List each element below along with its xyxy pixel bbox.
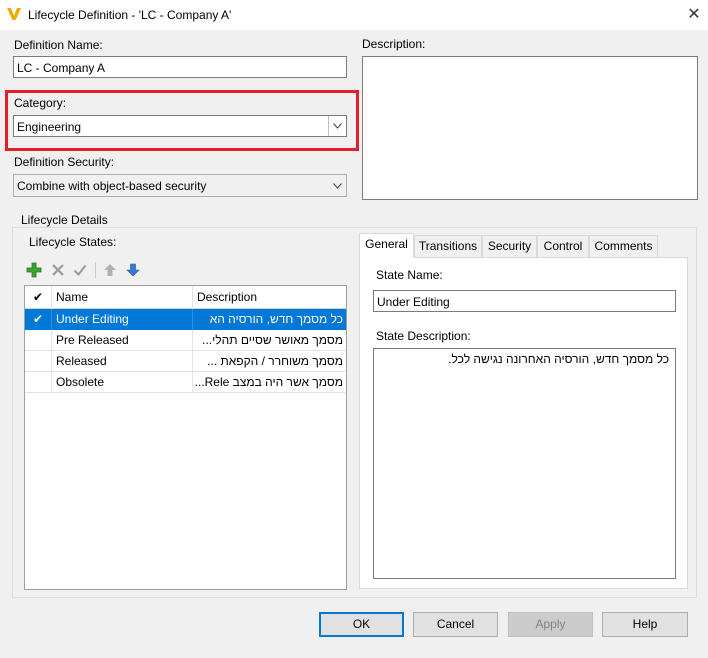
table-row[interactable]: Obsolete מסמך אשר היה במצב Rele... — [25, 372, 346, 393]
close-button[interactable]: ✕ — [680, 1, 708, 29]
row-check[interactable] — [25, 372, 52, 393]
state-description-textarea[interactable]: כל מסמך חדש, הורסיה האחרונה נגישה לכל. — [373, 348, 676, 579]
definition-security-selected-value: Combine with object-based security — [17, 179, 207, 193]
add-icon[interactable] — [26, 262, 42, 278]
column-header-name[interactable]: Name — [52, 286, 193, 309]
state-description-label: State Description: — [376, 329, 471, 343]
row-description: מסמך משוחרר / הקפאת ... — [207, 354, 343, 368]
state-name-input[interactable]: Under Editing — [373, 290, 676, 312]
table-row[interactable]: Pre Released מסמך מאושר שסיים תהלי... — [25, 330, 346, 351]
table-row[interactable]: Released מסמך משוחרר / הקפאת ... — [25, 351, 346, 372]
toolbar-separator — [95, 262, 96, 278]
lifecycle-states-table[interactable]: ✔ Name Description ✔ Under Editing כל מס… — [24, 285, 347, 590]
tab-general[interactable]: General — [359, 233, 414, 258]
row-check[interactable] — [25, 351, 52, 372]
row-description: מסמך מאושר שסיים תהלי... — [202, 333, 343, 347]
row-description: כל מסמך חדש, הורסיה הא — [209, 312, 343, 326]
tab-comments[interactable]: Comments — [589, 235, 658, 257]
move-up-icon[interactable] — [102, 262, 118, 278]
apply-button[interactable]: Apply — [508, 612, 593, 637]
tab-control[interactable]: Control — [537, 235, 589, 257]
help-button[interactable]: Help — [602, 612, 688, 637]
ok-button[interactable]: OK — [319, 612, 404, 637]
window-title: Lifecycle Definition - 'LC - Company A' — [28, 8, 232, 22]
definition-name-input[interactable]: LC - Company A — [13, 56, 347, 78]
cancel-button[interactable]: Cancel — [413, 612, 498, 637]
column-header-description[interactable]: Description — [193, 286, 346, 309]
state-name-label: State Name: — [376, 268, 443, 282]
definition-security-dropdown[interactable]: Combine with object-based security — [13, 174, 347, 197]
vault-app-icon — [7, 7, 21, 21]
row-name: Under Editing — [52, 309, 193, 330]
row-check[interactable] — [25, 330, 52, 351]
column-header-check[interactable]: ✔ — [25, 286, 52, 309]
row-check[interactable]: ✔ — [25, 309, 52, 330]
row-description: מסמך אשר היה במצב Rele... — [194, 375, 343, 389]
row-name: Pre Released — [52, 330, 193, 351]
table-header: ✔ Name Description — [25, 286, 346, 309]
check-icon[interactable] — [72, 262, 88, 278]
definition-security-label: Definition Security: — [14, 155, 115, 169]
chevron-down-icon — [328, 175, 346, 196]
lifecycle-states-label: Lifecycle States: — [29, 235, 117, 249]
description-textarea[interactable] — [362, 56, 698, 200]
tab-security[interactable]: Security — [482, 235, 537, 257]
description-label: Description: — [362, 37, 426, 51]
tab-transitions[interactable]: Transitions — [414, 235, 482, 257]
row-name: Obsolete — [52, 372, 193, 393]
move-down-icon[interactable] — [125, 262, 141, 278]
definition-name-label: Definition Name: — [14, 38, 103, 52]
table-row[interactable]: ✔ Under Editing כל מסמך חדש, הורסיה הא — [25, 309, 346, 330]
row-name: Released — [52, 351, 193, 372]
delete-icon[interactable] — [50, 262, 66, 278]
lifecycle-details-label: Lifecycle Details — [19, 213, 110, 227]
category-highlight-box — [5, 90, 359, 151]
